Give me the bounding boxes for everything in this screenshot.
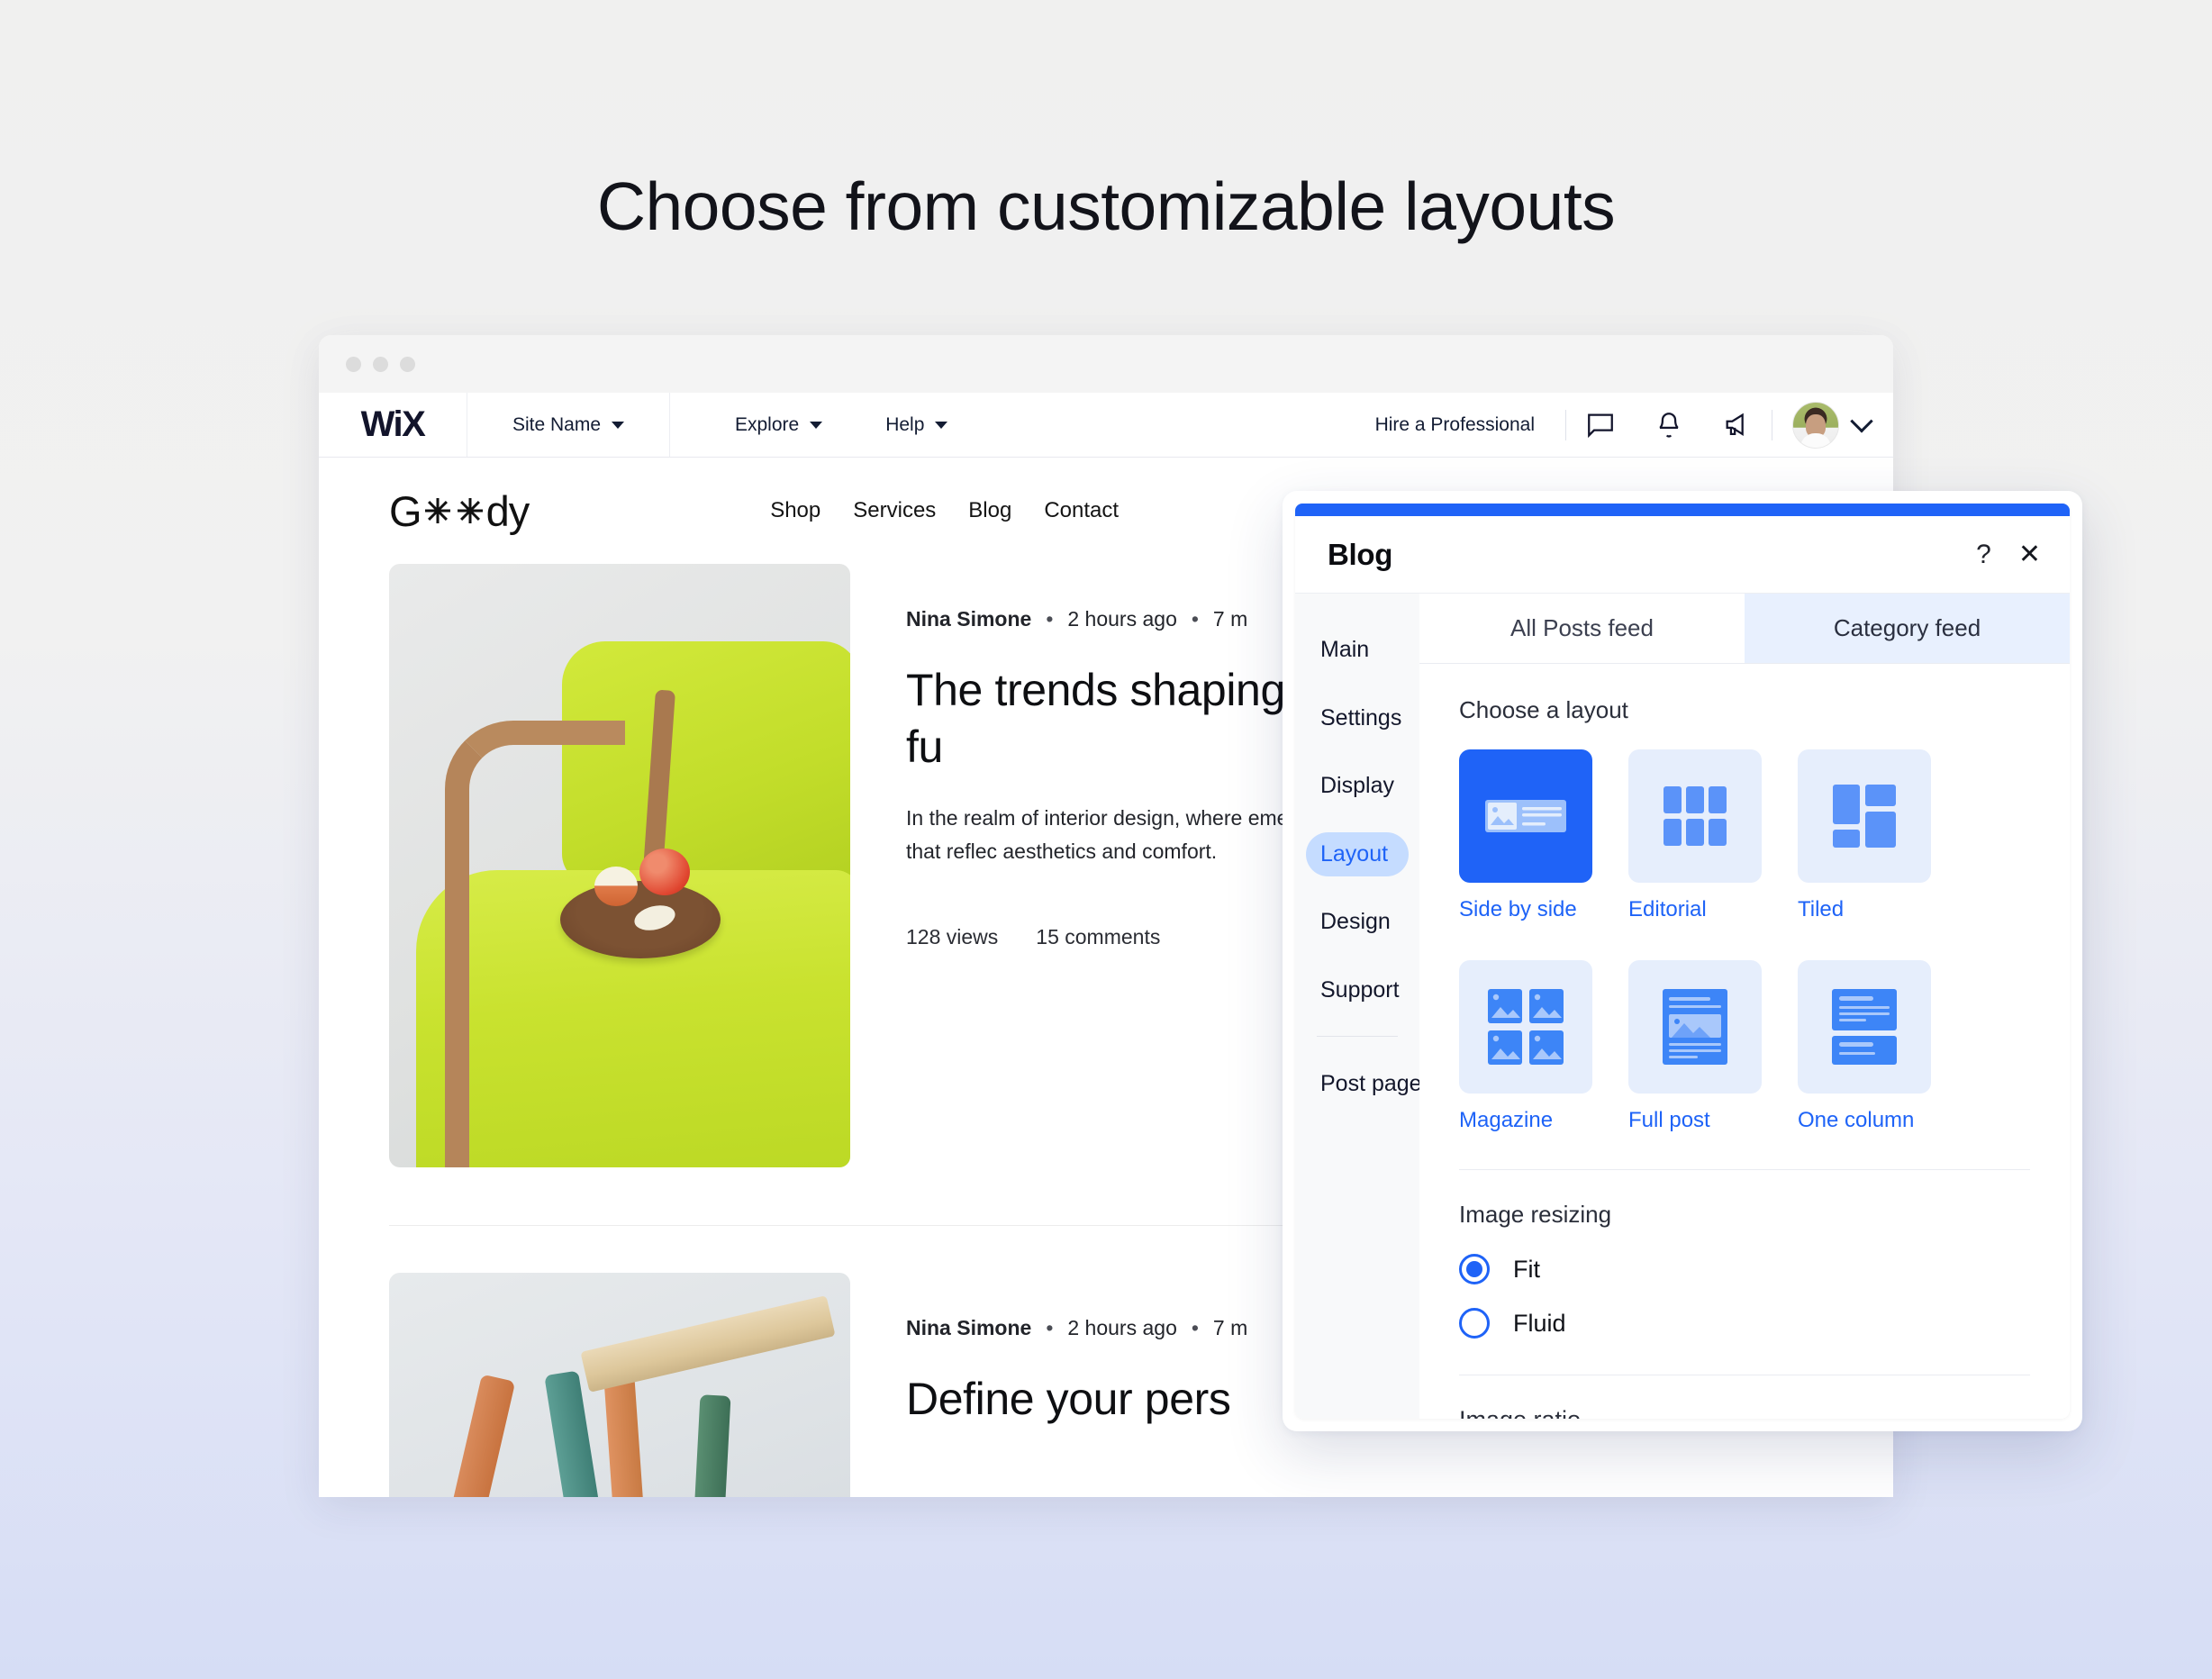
wix-menu-group: Explore Help xyxy=(670,393,948,457)
blog-settings-panel: Blog ? ✕ Main Settings Display Layout De… xyxy=(1283,491,2082,1431)
radio-option-fluid[interactable]: Fluid xyxy=(1459,1308,2030,1339)
sidebar-item-layout[interactable]: Layout xyxy=(1306,831,1409,876)
avatar[interactable] xyxy=(1792,401,1839,449)
radio-icon[interactable] xyxy=(1459,1308,1490,1339)
site-logo-letter-g: G xyxy=(389,486,422,535)
layout-label-magazine[interactable]: Magazine xyxy=(1459,1108,1592,1133)
help-icon[interactable]: ? xyxy=(1976,540,1991,568)
post-author: Nina Simone xyxy=(906,1316,1032,1339)
layout-option-full-post[interactable] xyxy=(1628,960,1762,1094)
separator-dot: • xyxy=(1191,607,1199,631)
choose-layout-label: Choose a layout xyxy=(1459,696,1628,723)
divider xyxy=(1459,1169,2030,1170)
layout-label-side-by-side[interactable]: Side by side xyxy=(1459,897,1592,922)
sidebar-item-display[interactable]: Display xyxy=(1306,764,1409,809)
post-author: Nina Simone xyxy=(906,607,1032,631)
separator-dot: • xyxy=(1191,1316,1199,1339)
layout-label-editorial[interactable]: Editorial xyxy=(1628,897,1762,922)
chat-icon[interactable] xyxy=(1566,410,1635,440)
layout-option-magazine[interactable] xyxy=(1459,960,1592,1094)
editorial-layout-icon xyxy=(1664,786,1727,846)
burst-icon xyxy=(422,495,453,526)
panel-tabs: All Posts feed Category feed xyxy=(1419,594,2070,664)
tab-category-feed[interactable]: Category feed xyxy=(1745,594,2070,663)
site-name-dropdown[interactable]: Site Name xyxy=(467,393,670,457)
divider xyxy=(1317,1036,1398,1037)
wix-top-bar: WiX Site Name Explore Help Hire a Profes… xyxy=(319,393,1893,458)
panel-title: Blog xyxy=(1328,537,1393,571)
window-minimize-dot[interactable] xyxy=(373,356,388,372)
sidebar-item-post-page[interactable]: Post page xyxy=(1306,1062,1422,1107)
layout-label-full-post[interactable]: Full post xyxy=(1628,1108,1762,1133)
chevron-down-icon[interactable] xyxy=(1850,409,1873,432)
panel-header: Blog ? ✕ xyxy=(1295,516,2070,594)
sidebar-item-design[interactable]: Design xyxy=(1306,900,1409,945)
wix-logo[interactable]: WiX xyxy=(319,393,467,457)
separator-dot: • xyxy=(1046,1316,1054,1339)
post-time: 2 hours ago xyxy=(1067,607,1177,631)
site-name-label: Site Name xyxy=(512,413,602,435)
separator-dot: • xyxy=(1046,607,1054,631)
sidebar-item-support[interactable]: Support xyxy=(1306,968,1409,1013)
site-nav-shop[interactable]: Shop xyxy=(770,498,820,523)
radio-option-fit[interactable]: Fit xyxy=(1459,1254,2030,1284)
post-read-time: 7 m xyxy=(1212,607,1248,631)
panel-sidebar: Main Settings Display Layout Design Supp… xyxy=(1295,594,1422,1419)
menu-help[interactable]: Help xyxy=(885,413,948,436)
post-image xyxy=(389,1273,850,1497)
magazine-layout-icon xyxy=(1488,989,1564,1065)
radio-label-fit: Fit xyxy=(1513,1255,1540,1283)
chevron-down-icon xyxy=(935,421,948,429)
layout-option-editorial[interactable] xyxy=(1628,749,1762,883)
panel-accent-bar xyxy=(1295,504,2070,516)
radio-icon-selected[interactable] xyxy=(1459,1254,1490,1284)
site-nav-contact[interactable]: Contact xyxy=(1044,498,1119,523)
browser-chrome xyxy=(319,335,1893,393)
post-views: 128 views xyxy=(906,924,999,948)
post-time: 2 hours ago xyxy=(1067,1316,1177,1339)
post-read-time: 7 m xyxy=(1212,1316,1248,1339)
megaphone-icon[interactable] xyxy=(1703,410,1772,440)
image-ratio-label: Image ratio xyxy=(1459,1406,2030,1419)
site-nav-blog[interactable]: Blog xyxy=(968,498,1011,523)
one-column-layout-icon xyxy=(1832,989,1897,1065)
post-comments[interactable]: 15 comments xyxy=(1036,925,1160,949)
chevron-down-icon xyxy=(612,421,625,429)
window-close-dot[interactable] xyxy=(346,356,361,372)
chevron-down-icon xyxy=(810,421,823,429)
post-image xyxy=(389,564,850,1167)
panel-content: Choose a layout Side by side Editorial T… xyxy=(1419,664,2070,1419)
page-title: Choose from customizable layouts xyxy=(596,168,1616,244)
site-logo[interactable]: G dy xyxy=(389,486,530,536)
wix-logo-text: WiX xyxy=(360,404,426,444)
layout-options-row-1: Side by side Editorial Tiled xyxy=(1459,749,2030,922)
panel-main: All Posts feed Category feed Choose a la… xyxy=(1419,594,2070,1419)
site-nav: Shop Services Blog Contact xyxy=(770,498,1119,523)
sidebar-item-main[interactable]: Main xyxy=(1306,628,1409,673)
layout-label-one-column[interactable]: One column xyxy=(1798,1108,1931,1133)
layout-option-one-column[interactable] xyxy=(1798,960,1931,1094)
close-icon[interactable]: ✕ xyxy=(2018,540,2041,568)
layout-option-tiled[interactable] xyxy=(1798,749,1931,883)
full-post-layout-icon xyxy=(1663,989,1727,1065)
tiled-layout-icon xyxy=(1833,785,1896,848)
menu-help-label: Help xyxy=(885,413,925,435)
hire-a-professional-link[interactable]: Hire a Professional xyxy=(1375,414,1565,436)
tab-all-posts-feed[interactable]: All Posts feed xyxy=(1419,594,1745,663)
sidebar-item-settings[interactable]: Settings xyxy=(1306,696,1409,741)
window-maximize-dot[interactable] xyxy=(400,356,415,372)
site-logo-letters-dy: dy xyxy=(485,486,530,535)
menu-explore[interactable]: Explore xyxy=(735,413,823,436)
burst-icon xyxy=(455,495,485,526)
site-nav-services[interactable]: Services xyxy=(853,498,936,523)
bell-icon[interactable] xyxy=(1635,410,1703,440)
image-resizing-label: Image resizing xyxy=(1459,1201,1612,1228)
layout-option-side-by-side[interactable] xyxy=(1459,749,1592,883)
menu-explore-label: Explore xyxy=(735,413,800,435)
radio-label-fluid: Fluid xyxy=(1513,1309,1566,1337)
wix-top-bar-right: Hire a Professional xyxy=(1375,393,1893,457)
side-by-side-layout-icon xyxy=(1485,800,1566,832)
layout-options-row-2: Magazine Full post One column xyxy=(1459,960,2030,1133)
layout-label-tiled[interactable]: Tiled xyxy=(1798,897,1931,922)
